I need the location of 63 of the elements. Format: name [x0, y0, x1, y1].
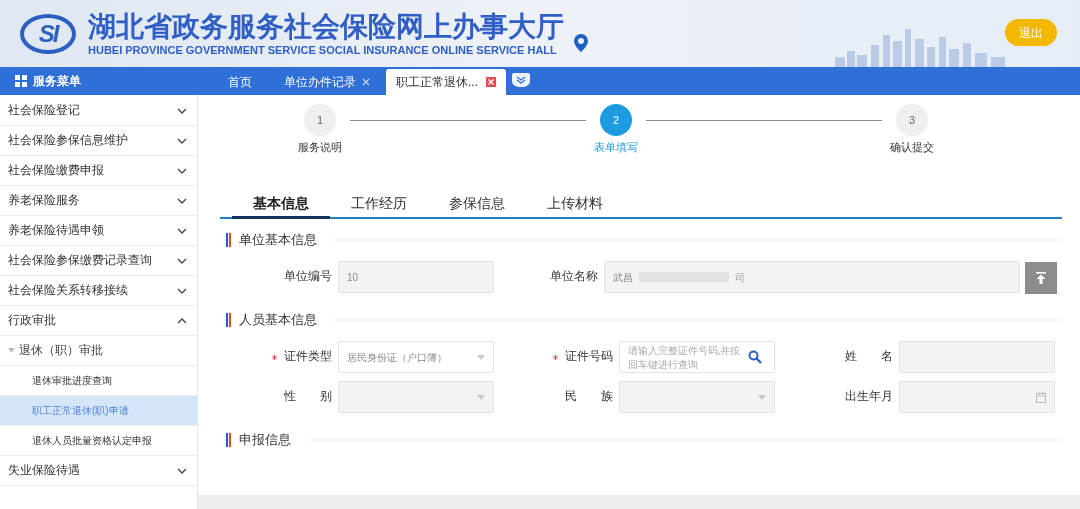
- dropdown-arrow-icon: [477, 355, 485, 360]
- text-field[interactable]: [899, 341, 1056, 373]
- chevron-down-icon: [177, 467, 187, 474]
- step-label: 表单填写: [594, 140, 638, 155]
- location-pin-icon: [574, 33, 588, 52]
- triangle-icon: [8, 348, 15, 353]
- dropdown-arrow-icon: [757, 395, 766, 400]
- search-icon[interactable]: [747, 350, 762, 364]
- dropdown-arrow-icon: [477, 395, 485, 400]
- calendar-icon: [1036, 392, 1047, 403]
- sidebar-item[interactable]: 养老保险待遇申领: [0, 216, 197, 246]
- section-title: 申报信息: [239, 431, 291, 449]
- sidebar-item[interactable]: 社会保险关系转移接续: [0, 276, 197, 306]
- step-label: 服务说明: [298, 140, 342, 155]
- date-field[interactable]: [899, 381, 1056, 413]
- menu-title: 服务菜单: [33, 73, 81, 90]
- tab[interactable]: 单位办件记录: [268, 69, 386, 95]
- field-label: 民 族: [564, 389, 613, 405]
- field-label: 单位名称: [550, 269, 598, 285]
- sidebar-item[interactable]: 失业保险待遇: [0, 456, 197, 486]
- chevron-down-icon: [177, 137, 187, 144]
- sidebar-group[interactable]: 退休（职）审批: [0, 336, 197, 366]
- sidebar-subitem[interactable]: 退休人员批量资格认定申报: [0, 426, 197, 456]
- form-tab[interactable]: 上传材料: [526, 193, 624, 219]
- chevron-down-icon: [177, 197, 187, 204]
- close-icon[interactable]: [362, 78, 370, 86]
- chevron-down-icon: [177, 227, 187, 234]
- chevron-down-icon: [177, 107, 187, 114]
- tab[interactable]: 职工正常退休...: [386, 69, 506, 95]
- field-label: 姓 名: [845, 349, 894, 365]
- sidebar-item[interactable]: 社会保险缴费申报: [0, 156, 197, 186]
- section-marker-icon: [226, 233, 231, 247]
- field-label: 出生年月: [845, 389, 894, 405]
- sidebar-item[interactable]: 养老保险服务: [0, 186, 197, 216]
- chevron-up-icon: [177, 317, 187, 324]
- chevron-down-icon: [177, 287, 187, 294]
- section-title: 单位基本信息: [239, 231, 317, 249]
- section-marker-icon: [226, 313, 231, 327]
- field-label: 性 别: [284, 389, 332, 405]
- chevron-down-icon: [177, 257, 187, 264]
- field-label: 证件号码: [564, 349, 613, 365]
- sidebar-item[interactable]: 行政审批: [0, 306, 197, 336]
- sidebar-item[interactable]: 社会保险登记: [0, 96, 197, 126]
- form-tab[interactable]: 工作经历: [330, 193, 428, 219]
- field-label: 证件类型: [284, 349, 332, 365]
- logo: SI: [20, 13, 76, 54]
- tab[interactable]: 首页: [212, 69, 268, 95]
- arrow-up-icon: [1035, 272, 1047, 284]
- section-marker-icon: [226, 433, 231, 447]
- scroll-top-button[interactable]: [1025, 262, 1057, 294]
- chevron-down-icon: [177, 167, 187, 174]
- sidebar-item[interactable]: 社会保险参保信息维护: [0, 126, 197, 156]
- select-field[interactable]: 居民身份证（户口簿）: [338, 341, 494, 373]
- section-title: 人员基本信息: [239, 311, 317, 329]
- form-tab[interactable]: 基本信息: [232, 193, 330, 219]
- field-label: 单位编号: [284, 269, 332, 285]
- sidebar-item[interactable]: 社会保险参保缴费记录查询: [0, 246, 197, 276]
- form-tab[interactable]: 参保信息: [428, 193, 526, 219]
- more-tabs-icon[interactable]: [512, 73, 530, 87]
- site-subtitle: HUBEI PROVINCE GOVERNMENT SERVICE SOCIAL INSURANCE ONLINE SERVICE HALL: [88, 42, 558, 57]
- grid-icon: [15, 75, 27, 87]
- site-title: 湖北省政务服务社会保险网上办事大厅: [88, 10, 564, 43]
- step-label: 确认提交: [890, 140, 934, 155]
